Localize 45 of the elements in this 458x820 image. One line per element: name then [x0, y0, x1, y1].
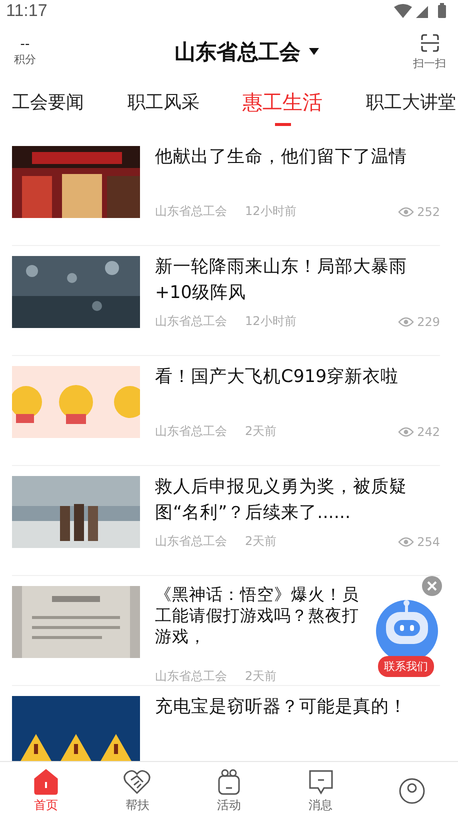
article-source: 山东省总工会 [155, 423, 227, 440]
close-button[interactable] [422, 576, 442, 596]
article-source: 山东省总工会 [155, 313, 227, 330]
article-title: 救人后申报见义勇为奖，被质疑图“名利”？后续来了...... [155, 476, 408, 525]
view-count: 254 [417, 534, 440, 548]
contact-us-button[interactable]: 联系我们 [378, 656, 434, 677]
view-count: 242 [417, 424, 440, 438]
article-source: 山东省总工会 [155, 203, 227, 220]
nav-item[interactable]: 首页 [0, 762, 92, 820]
handshake-icon [123, 768, 152, 796]
scan-button[interactable]: 扫一扫 [413, 34, 446, 70]
article-time: 2天前 [245, 423, 277, 440]
nav-item[interactable]: 帮扶 [92, 762, 184, 820]
scan-icon [420, 34, 440, 52]
home-icon [32, 768, 60, 796]
article-source: 山东省总工会 [155, 533, 227, 550]
dropdown-icon [308, 48, 318, 56]
close-icon [427, 581, 437, 591]
article-title: 他献出了生命，他们留下了温情 [155, 146, 408, 169]
org-selector[interactable]: 山东省总工会 [174, 38, 318, 66]
status-time: 11:17 [6, 1, 48, 21]
article-time: 12小时前 [245, 203, 296, 220]
user-icon [398, 777, 426, 805]
nav-item[interactable]: 活动 [183, 762, 275, 820]
article-title: 看！国产大飞机C919穿新衣啦 [155, 366, 400, 389]
nav-item[interactable]: 消息 [274, 762, 366, 820]
article-time: 2天前 [245, 668, 277, 685]
article-title: 充电宝是窃听器？可能是真的！ [155, 696, 408, 719]
eye-icon [398, 536, 414, 546]
view-count: 229 [417, 314, 440, 328]
article-time: 2天前 [245, 533, 277, 550]
article-source: 山东省总工会 [155, 668, 227, 685]
message-icon [306, 768, 335, 796]
view-count: 252 [417, 204, 440, 218]
eye-icon [398, 426, 414, 436]
eye-icon [398, 316, 414, 326]
points-label: 积分 [14, 52, 36, 67]
category-tab[interactable]: 职工风采 [127, 82, 200, 122]
eye-icon [398, 206, 414, 216]
points-value: -- [20, 37, 30, 52]
category-tab[interactable]: 工会要闻 [12, 82, 84, 122]
article-title: 《黑神话：悟空》爆火！员工能请假打游戏吗？熬夜打游戏， [155, 584, 360, 647]
article-title: 新一轮降雨来山东！局部大暴雨+10级阵风 [155, 256, 408, 305]
article-time: 12小时前 [245, 313, 296, 330]
category-tab[interactable]: 职工大讲堂 [366, 82, 456, 122]
